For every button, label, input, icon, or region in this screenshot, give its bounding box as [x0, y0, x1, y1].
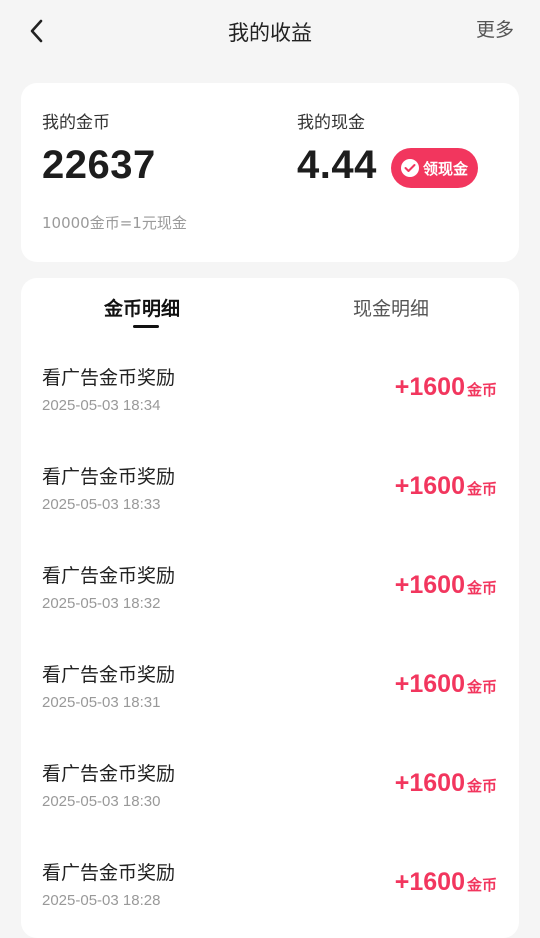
page-title: 我的收益 — [228, 21, 312, 45]
record-amount: +1600 金币 — [395, 670, 497, 699]
record-amount-value: +1600 — [394, 373, 465, 401]
record-title: 看广告金币奖励 — [42, 862, 176, 884]
wechat-pay-icon — [401, 159, 419, 177]
record-amount-value: +1600 — [394, 868, 465, 896]
record-time: 2025-05-03 18:32 — [42, 595, 161, 612]
record-time: 2025-05-03 18:28 — [42, 892, 161, 909]
record-amount-unit: 金币 — [466, 579, 497, 597]
list-item[interactable]: 看广告金币奖励 2025-05-03 18:32 +1600 金币 — [21, 555, 519, 654]
list-item[interactable]: 看广告金币奖励 2025-05-03 18:31 +1600 金币 — [21, 654, 519, 753]
withdraw-cash-button[interactable]: 领现金 — [391, 148, 479, 188]
record-amount: +1600 金币 — [395, 571, 497, 600]
record-amount-value: +1600 — [394, 472, 465, 500]
record-title: 看广告金币奖励 — [42, 466, 176, 488]
record-amount-unit: 金币 — [466, 381, 497, 399]
record-amount: +1600 金币 — [395, 868, 497, 897]
record-amount-value: +1600 — [394, 670, 465, 698]
record-title: 看广告金币奖励 — [42, 763, 176, 785]
record-amount-value: +1600 — [394, 571, 465, 599]
coin-balance-value: 22637 — [42, 143, 156, 187]
exchange-rate-note: 10000金币=1元现金 — [42, 214, 187, 232]
list-item[interactable]: 看广告金币奖励 2025-05-03 18:34 +1600 金币 — [21, 357, 519, 456]
active-tab-indicator — [133, 325, 159, 328]
cash-balance-label: 我的现金 — [297, 113, 365, 133]
record-amount-value: +1600 — [394, 769, 465, 797]
record-title: 看广告金币奖励 — [42, 664, 176, 686]
record-title: 看广告金币奖励 — [42, 565, 176, 587]
withdraw-cash-label: 领现金 — [423, 159, 469, 178]
more-button[interactable]: 更多 — [476, 15, 514, 42]
detail-card: 金币明细 现金明细 看广告金币奖励 2025-05-03 18:34 +1600… — [21, 278, 519, 938]
record-title: 看广告金币奖励 — [42, 367, 176, 389]
list-item[interactable]: 看广告金币奖励 2025-05-03 18:28 +1600 金币 — [21, 852, 519, 938]
tab-coin-details[interactable]: 金币明细 — [104, 294, 180, 321]
record-time: 2025-05-03 18:33 — [42, 496, 161, 513]
record-amount: +1600 金币 — [395, 472, 497, 501]
top-bar: 我的收益 更多 — [0, 0, 540, 62]
tab-cash-details[interactable]: 现金明细 — [353, 294, 429, 321]
record-amount: +1600 金币 — [395, 373, 497, 402]
list-item[interactable]: 看广告金币奖励 2025-05-03 18:30 +1600 金币 — [21, 753, 519, 852]
record-amount-unit: 金币 — [466, 480, 497, 498]
record-amount-unit: 金币 — [466, 777, 497, 795]
records-list: 看广告金币奖励 2025-05-03 18:34 +1600 金币 看广告金币奖… — [21, 357, 519, 938]
cash-balance-value: 4.44 — [297, 143, 377, 187]
record-time: 2025-05-03 18:34 — [42, 397, 161, 414]
record-time: 2025-05-03 18:30 — [42, 793, 161, 810]
record-amount: +1600 金币 — [395, 769, 497, 798]
record-amount-unit: 金币 — [466, 678, 497, 696]
balance-card: 我的金币 22637 我的现金 4.44 领现金 10000金币=1元现金 — [21, 83, 519, 262]
record-time: 2025-05-03 18:31 — [42, 694, 161, 711]
list-item[interactable]: 看广告金币奖励 2025-05-03 18:33 +1600 金币 — [21, 456, 519, 555]
coin-balance-label: 我的金币 — [42, 113, 110, 133]
record-amount-unit: 金币 — [466, 876, 497, 894]
